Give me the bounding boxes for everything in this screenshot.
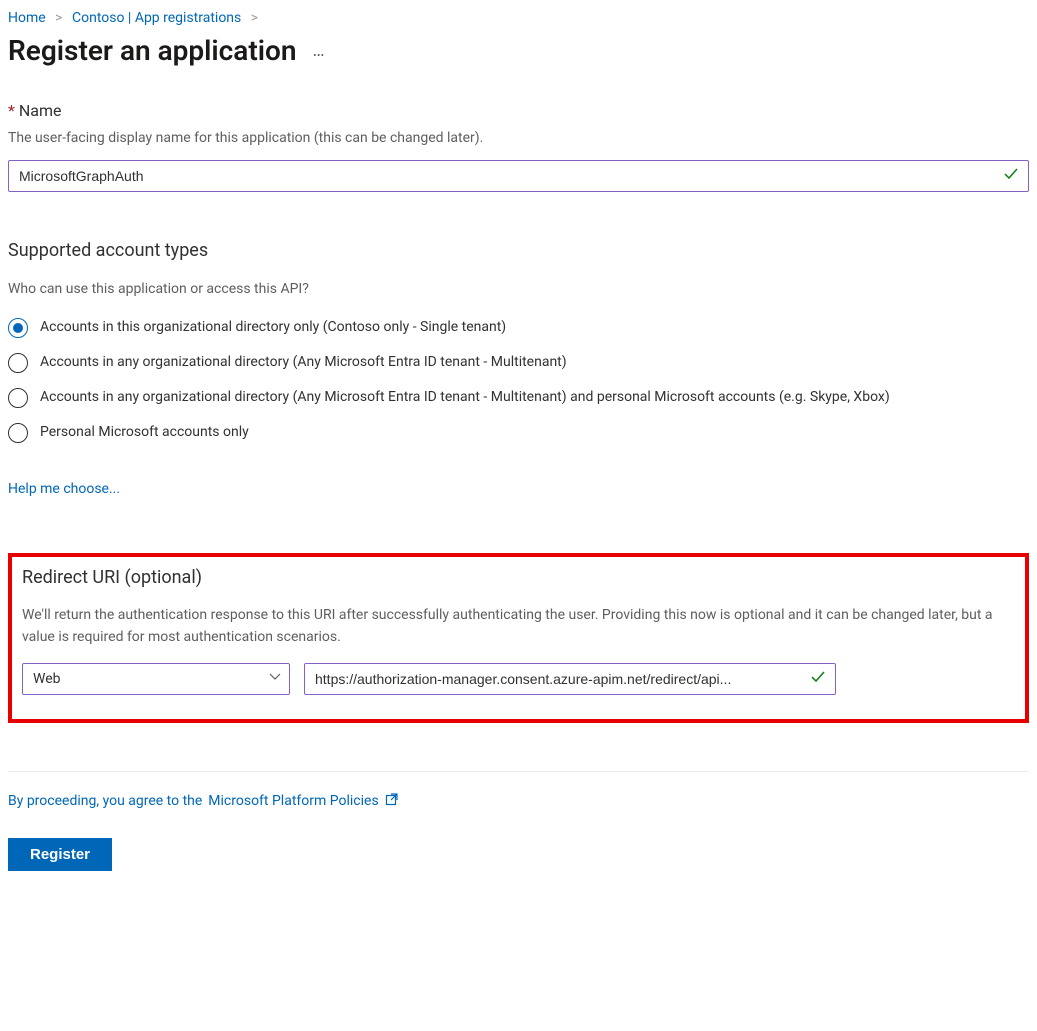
chevron-down-icon <box>269 671 281 687</box>
account-type-radio-multitenant[interactable]: Accounts in any organizational directory… <box>8 352 1029 373</box>
breadcrumb-app-registrations[interactable]: Contoso | App registrations <box>72 10 241 26</box>
name-helper-text: The user-facing display name for this ap… <box>8 130 1029 146</box>
account-type-radio-personal-only[interactable]: Personal Microsoft accounts only <box>8 422 1029 443</box>
account-type-radio-single-tenant[interactable]: Accounts in this organizational director… <box>8 317 1029 338</box>
platform-policies-link[interactable]: Microsoft Platform Policies <box>208 793 378 809</box>
radio-label: Personal Microsoft accounts only <box>40 422 249 443</box>
required-star-icon: * <box>8 101 15 120</box>
radio-unselected-icon <box>8 388 28 408</box>
account-type-radio-multitenant-personal[interactable]: Accounts in any organizational directory… <box>8 387 1029 408</box>
redirect-uri-helper-text: We'll return the authentication response… <box>22 604 1015 649</box>
name-input[interactable] <box>8 160 1029 192</box>
more-actions-icon[interactable]: … <box>313 40 326 61</box>
external-link-icon <box>385 792 399 810</box>
redirect-uri-heading: Redirect URI (optional) <box>22 567 1015 588</box>
radio-unselected-icon <box>8 353 28 373</box>
radio-label: Accounts in this organizational director… <box>40 317 506 338</box>
radio-label: Accounts in any organizational directory… <box>40 387 890 408</box>
chevron-right-icon: > <box>245 10 264 26</box>
redirect-uri-highlight-box: Redirect URI (optional) We'll return the… <box>8 553 1029 723</box>
breadcrumb-home[interactable]: Home <box>8 10 46 26</box>
redirect-platform-select[interactable]: Web <box>22 663 290 695</box>
redirect-platform-value: Web <box>33 671 61 687</box>
name-label: *Name <box>8 101 1029 120</box>
radio-label: Accounts in any organizational directory… <box>40 352 567 373</box>
breadcrumb: Home > Contoso | App registrations > <box>8 10 1029 26</box>
supported-account-types-heading: Supported account types <box>8 240 1029 261</box>
account-types-question: Who can use this application or access t… <box>8 281 1029 297</box>
policies-prefix-text: By proceeding, you agree to the <box>8 793 202 809</box>
section-divider <box>8 771 1029 772</box>
radio-selected-icon <box>8 318 28 338</box>
radio-unselected-icon <box>8 423 28 443</box>
register-button[interactable]: Register <box>8 838 112 871</box>
help-me-choose-link[interactable]: Help me choose... <box>8 481 120 497</box>
chevron-right-icon: > <box>49 10 68 26</box>
page-title: Register an application <box>8 34 297 67</box>
redirect-uri-input[interactable] <box>304 663 836 695</box>
